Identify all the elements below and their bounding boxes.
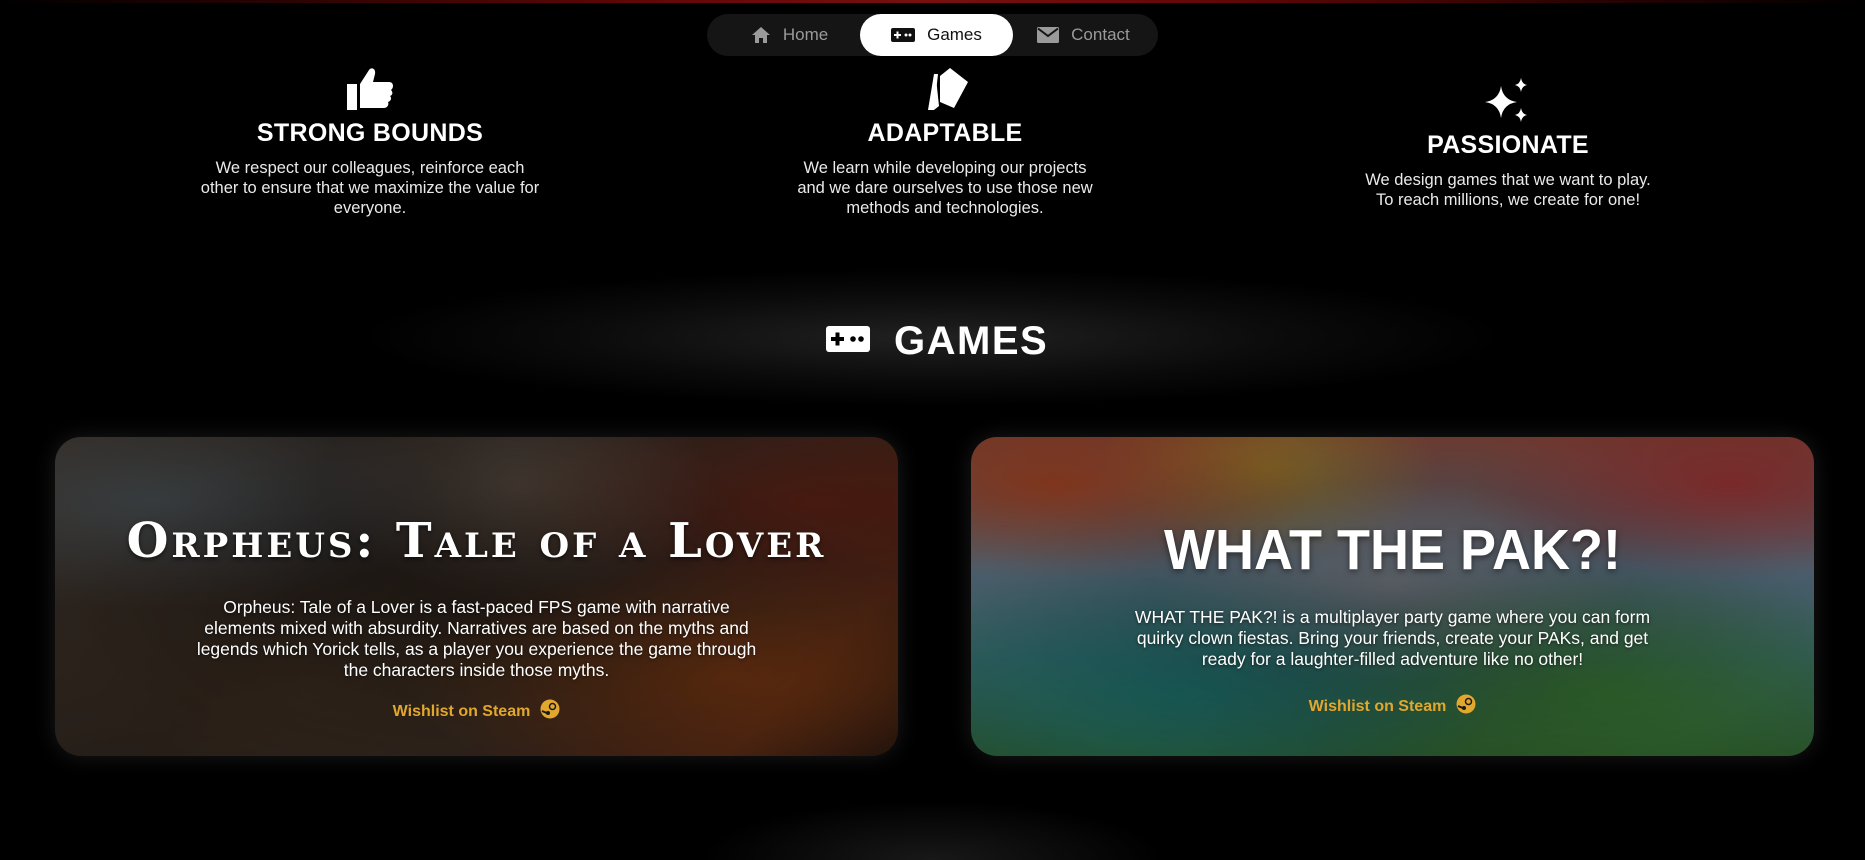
value-text: We respect our colleagues, reinforce eac… bbox=[200, 159, 540, 217]
thumbs-up-icon bbox=[200, 66, 540, 112]
game-description: WHAT THE PAK?! is a multiplayer party ga… bbox=[1134, 607, 1651, 669]
nav-contact[interactable]: Contact bbox=[1013, 14, 1154, 56]
games-heading-text: GAMES bbox=[894, 318, 1049, 363]
cards-icon bbox=[790, 66, 1100, 112]
gamepad-icon bbox=[826, 325, 870, 357]
game-card-content: Orpheus: Tale of a Lover Orpheus: Tale o… bbox=[55, 437, 898, 756]
value-passionate: PASSIONATE We design games that we want … bbox=[1358, 78, 1658, 210]
main-nav: Home Games Contact bbox=[707, 14, 1158, 56]
nav-games-label: Games bbox=[927, 25, 982, 44]
steam-icon bbox=[540, 699, 560, 724]
home-icon bbox=[751, 26, 771, 44]
value-title: PASSIONATE bbox=[1427, 131, 1589, 159]
wishlist-steam-link[interactable]: Wishlist on Steam bbox=[393, 699, 561, 724]
wishlist-link-label: Wishlist on Steam bbox=[392, 702, 531, 720]
game-card-content: WHAT THE PAK?! WHAT THE PAK?! is a multi… bbox=[971, 437, 1814, 756]
steam-icon bbox=[1456, 694, 1476, 719]
gamepad-icon bbox=[891, 28, 916, 42]
wishlist-link-label: Wishlist on Steam bbox=[1308, 697, 1447, 715]
games-section-heading: GAMES bbox=[826, 318, 1048, 364]
game-title: Orpheus: Tale of a Lover bbox=[126, 513, 827, 569]
mail-icon bbox=[1037, 27, 1060, 43]
game-card-what-the-pak[interactable]: WHAT THE PAK?! WHAT THE PAK?! is a multi… bbox=[971, 437, 1814, 756]
nav-home[interactable]: Home bbox=[719, 14, 860, 56]
sparkles-icon bbox=[1358, 78, 1658, 124]
value-strong-bounds: STRONG BOUNDS We respect our colleagues,… bbox=[200, 66, 540, 218]
value-title: STRONG BOUNDS bbox=[256, 119, 484, 147]
value-title: ADAPTABLE bbox=[867, 119, 1023, 147]
game-title: WHAT THE PAK?! bbox=[1164, 518, 1621, 582]
nav-home-label: Home bbox=[782, 25, 829, 44]
game-description: Orpheus: Tale of a Lover is a fast-paced… bbox=[196, 597, 757, 680]
value-adaptable: ADAPTABLE We learn while developing our … bbox=[790, 66, 1100, 218]
nav-contact-label: Contact bbox=[1071, 25, 1130, 44]
top-accent-line bbox=[0, 0, 1865, 3]
bottom-glow bbox=[700, 800, 1165, 860]
wishlist-steam-link[interactable]: Wishlist on Steam bbox=[1309, 694, 1477, 719]
game-card-orpheus[interactable]: Orpheus: Tale of a Lover Orpheus: Tale o… bbox=[55, 437, 898, 756]
nav-games[interactable]: Games bbox=[860, 14, 1013, 56]
value-text: We learn while developing our projects a… bbox=[797, 159, 1093, 217]
value-text: We design games that we want to play. To… bbox=[1365, 171, 1651, 209]
